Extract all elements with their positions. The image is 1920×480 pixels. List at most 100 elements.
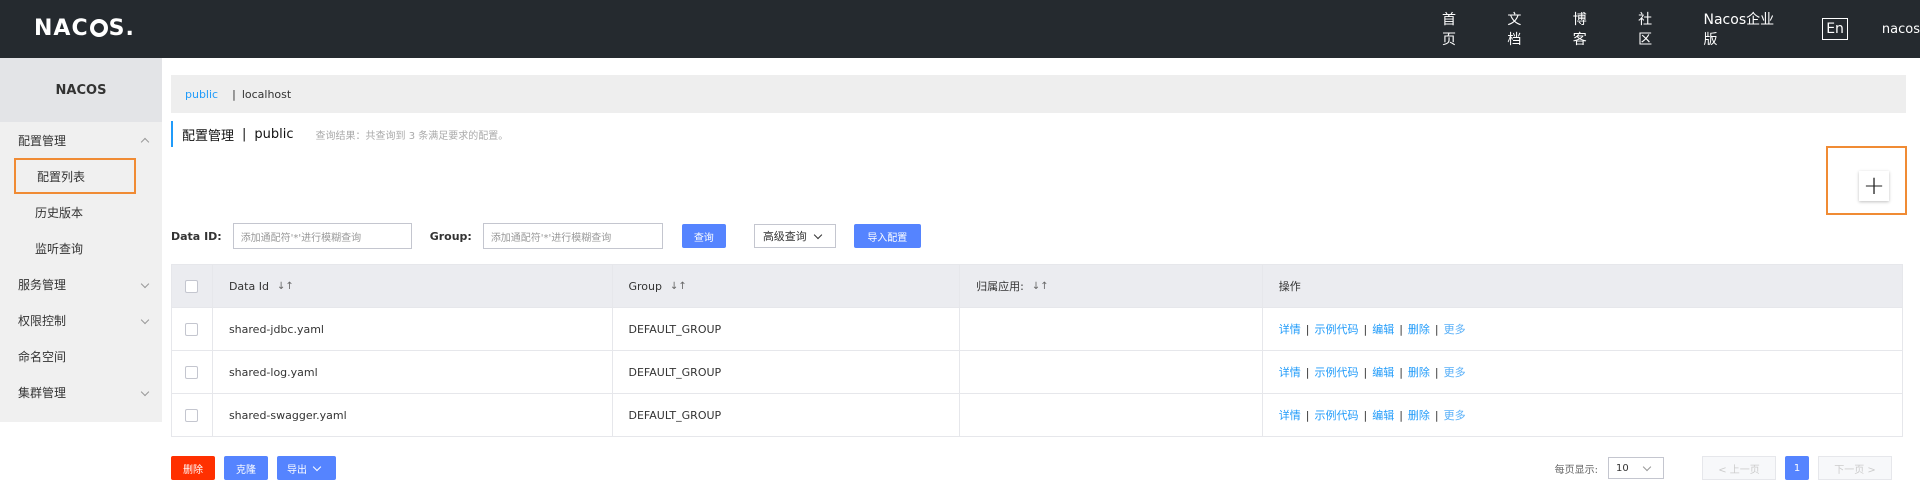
header-label: Group [628, 279, 663, 293]
cell-ops: 详情 | 示例代码 | 编辑 | 删除 | 更多 [1261, 308, 1902, 350]
cell-group: DEFAULT_GROUP [611, 394, 960, 436]
export-label: 导出 [287, 464, 307, 476]
sort-icon[interactable]: ↓↑ [277, 281, 294, 292]
user-name[interactable]: nacos [1882, 22, 1920, 37]
op-more-link[interactable]: 更多 [1444, 407, 1466, 423]
cell-app [959, 308, 1262, 350]
nav-community[interactable]: 社区 [1638, 9, 1665, 49]
row-checkbox[interactable] [185, 365, 199, 379]
header-app: 归属应用: ↓↑ [959, 265, 1262, 307]
op-detail-link[interactable]: 详情 [1279, 364, 1301, 380]
title-namespace: public [254, 126, 294, 142]
sidebar-item-namespace[interactable]: 命名空间 [0, 338, 162, 374]
nav-home[interactable]: 首页 [1442, 9, 1469, 49]
op-sample-code-link[interactable]: 示例代码 [1314, 407, 1358, 423]
select-all-checkbox[interactable] [185, 279, 199, 293]
nav-docs[interactable]: 文档 [1507, 9, 1534, 49]
cell-app [959, 394, 1262, 436]
prev-page-button[interactable]: < 上一页 [1702, 456, 1776, 480]
namespace-localhost[interactable]: localhost [242, 88, 291, 101]
language-switch[interactable]: En [1822, 18, 1848, 40]
op-separator: | [1399, 322, 1403, 336]
op-detail-link[interactable]: 详情 [1279, 321, 1301, 337]
namespace-public[interactable]: public [185, 88, 218, 101]
nav-enterprise[interactable]: Nacos企业版 [1704, 9, 1787, 49]
page-title-row: 配置管理 | public 查询结果：共查询到 3 条满足要求的配置。 [171, 121, 508, 147]
sidebar-group-label: 服务管理 [18, 277, 67, 292]
sidebar-item-history[interactable]: 历史版本 [0, 194, 162, 230]
row-checkbox[interactable] [185, 408, 199, 422]
op-delete-link[interactable]: 删除 [1408, 364, 1430, 380]
row-select-cell [172, 394, 212, 436]
sort-icon[interactable]: ↓↑ [1032, 281, 1049, 292]
row-checkbox[interactable] [185, 322, 199, 336]
batch-delete-button[interactable]: 删除 [171, 456, 215, 480]
op-delete-link[interactable]: 删除 [1408, 321, 1430, 337]
header-label: 操作 [1278, 280, 1301, 293]
cell-data-id: shared-swagger.yaml [211, 394, 612, 436]
header-select-cell [172, 265, 212, 307]
advanced-query-label: 高级查询 [762, 230, 807, 243]
header-label: Data Id [228, 279, 269, 293]
sidebar-group-cluster[interactable]: 集群管理 [0, 374, 162, 410]
title-separator: | [242, 126, 247, 142]
op-separator: | [1434, 322, 1439, 336]
sidebar-group-label: 配置管理 [18, 133, 67, 148]
logo-text-left: NAC [34, 16, 89, 41]
sidebar-group-auth[interactable]: 权限控制 [0, 302, 162, 338]
op-separator: | [1305, 408, 1310, 422]
op-more-link[interactable]: 更多 [1444, 321, 1466, 337]
chevron-up-icon [140, 137, 150, 147]
op-more-link[interactable]: 更多 [1444, 364, 1466, 380]
advanced-query-dropdown[interactable]: 高级查询 [753, 224, 836, 248]
op-separator: | [1399, 365, 1403, 379]
header-ops: 操作 [1261, 265, 1902, 307]
header-group: Group ↓↑ [611, 265, 960, 307]
op-separator: | [1305, 322, 1310, 336]
cell-data-id: shared-jdbc.yaml [211, 308, 612, 350]
data-id-input[interactable]: 添加通配符'*'进行模糊查询 [232, 223, 412, 249]
op-sample-code-link[interactable]: 示例代码 [1314, 321, 1358, 337]
op-edit-link[interactable]: 编辑 [1372, 407, 1394, 423]
nav-blog[interactable]: 博客 [1573, 9, 1600, 49]
logo-text-right: S. [108, 16, 135, 41]
cell-ops: 详情 | 示例代码 | 编辑 | 删除 | 更多 [1261, 351, 1902, 393]
page-size-value: 10 [1616, 462, 1629, 474]
op-edit-link[interactable]: 编辑 [1372, 321, 1394, 337]
op-separator: | [1399, 408, 1403, 422]
sidebar-item-config-list[interactable]: 配置列表 [14, 158, 136, 194]
export-dropdown[interactable]: 导出 [277, 456, 336, 480]
data-id-label: Data ID: [171, 229, 222, 243]
op-sample-code-link[interactable]: 示例代码 [1314, 364, 1358, 380]
table-row: shared-jdbc.yaml DEFAULT_GROUP 详情 | 示例代码 |… [172, 307, 1902, 350]
page-size-label: 每页显示: [1554, 464, 1598, 476]
import-config-button[interactable]: 导入配置 [853, 224, 921, 248]
sort-icon[interactable]: ↓↑ [670, 281, 687, 292]
clone-button[interactable]: 克隆 [224, 456, 268, 480]
top-navbar: NAC S. 首页 文档 博客 社区 Nacos企业版 En nacos [0, 0, 1920, 58]
logo-o-icon [89, 19, 108, 37]
op-separator: | [1434, 408, 1439, 422]
sidebar-group-label: 命名空间 [18, 349, 67, 364]
op-delete-link[interactable]: 删除 [1408, 407, 1430, 423]
group-input[interactable]: 添加通配符'*'进行模糊查询 [482, 223, 663, 249]
op-detail-link[interactable]: 详情 [1279, 407, 1301, 423]
nacos-logo[interactable]: NAC S. [34, 16, 135, 41]
next-page-button[interactable]: 下一页 > [1818, 456, 1892, 480]
chevron-down-icon [312, 462, 322, 471]
page-size-select[interactable]: 10 [1608, 457, 1664, 479]
chevron-down-icon [140, 315, 150, 325]
sidebar-group-service[interactable]: 服务管理 [0, 266, 162, 302]
op-edit-link[interactable]: 编辑 [1372, 364, 1394, 380]
add-config-button[interactable]: + [1859, 171, 1889, 201]
chevron-down-icon [813, 230, 823, 239]
group-label: Group: [429, 229, 472, 243]
top-nav-links: 首页 文档 博客 社区 Nacos企业版 En nacos [1404, 0, 1920, 58]
sidebar-item-listener[interactable]: 监听查询 [0, 230, 162, 266]
cell-ops: 详情 | 示例代码 | 编辑 | 删除 | 更多 [1261, 394, 1902, 436]
cell-group: DEFAULT_GROUP [611, 351, 960, 393]
sidebar-group-config[interactable]: 配置管理 [0, 122, 162, 158]
row-select-cell [172, 308, 212, 350]
current-page-button[interactable]: 1 [1785, 456, 1809, 480]
query-button[interactable]: 查询 [681, 224, 726, 248]
